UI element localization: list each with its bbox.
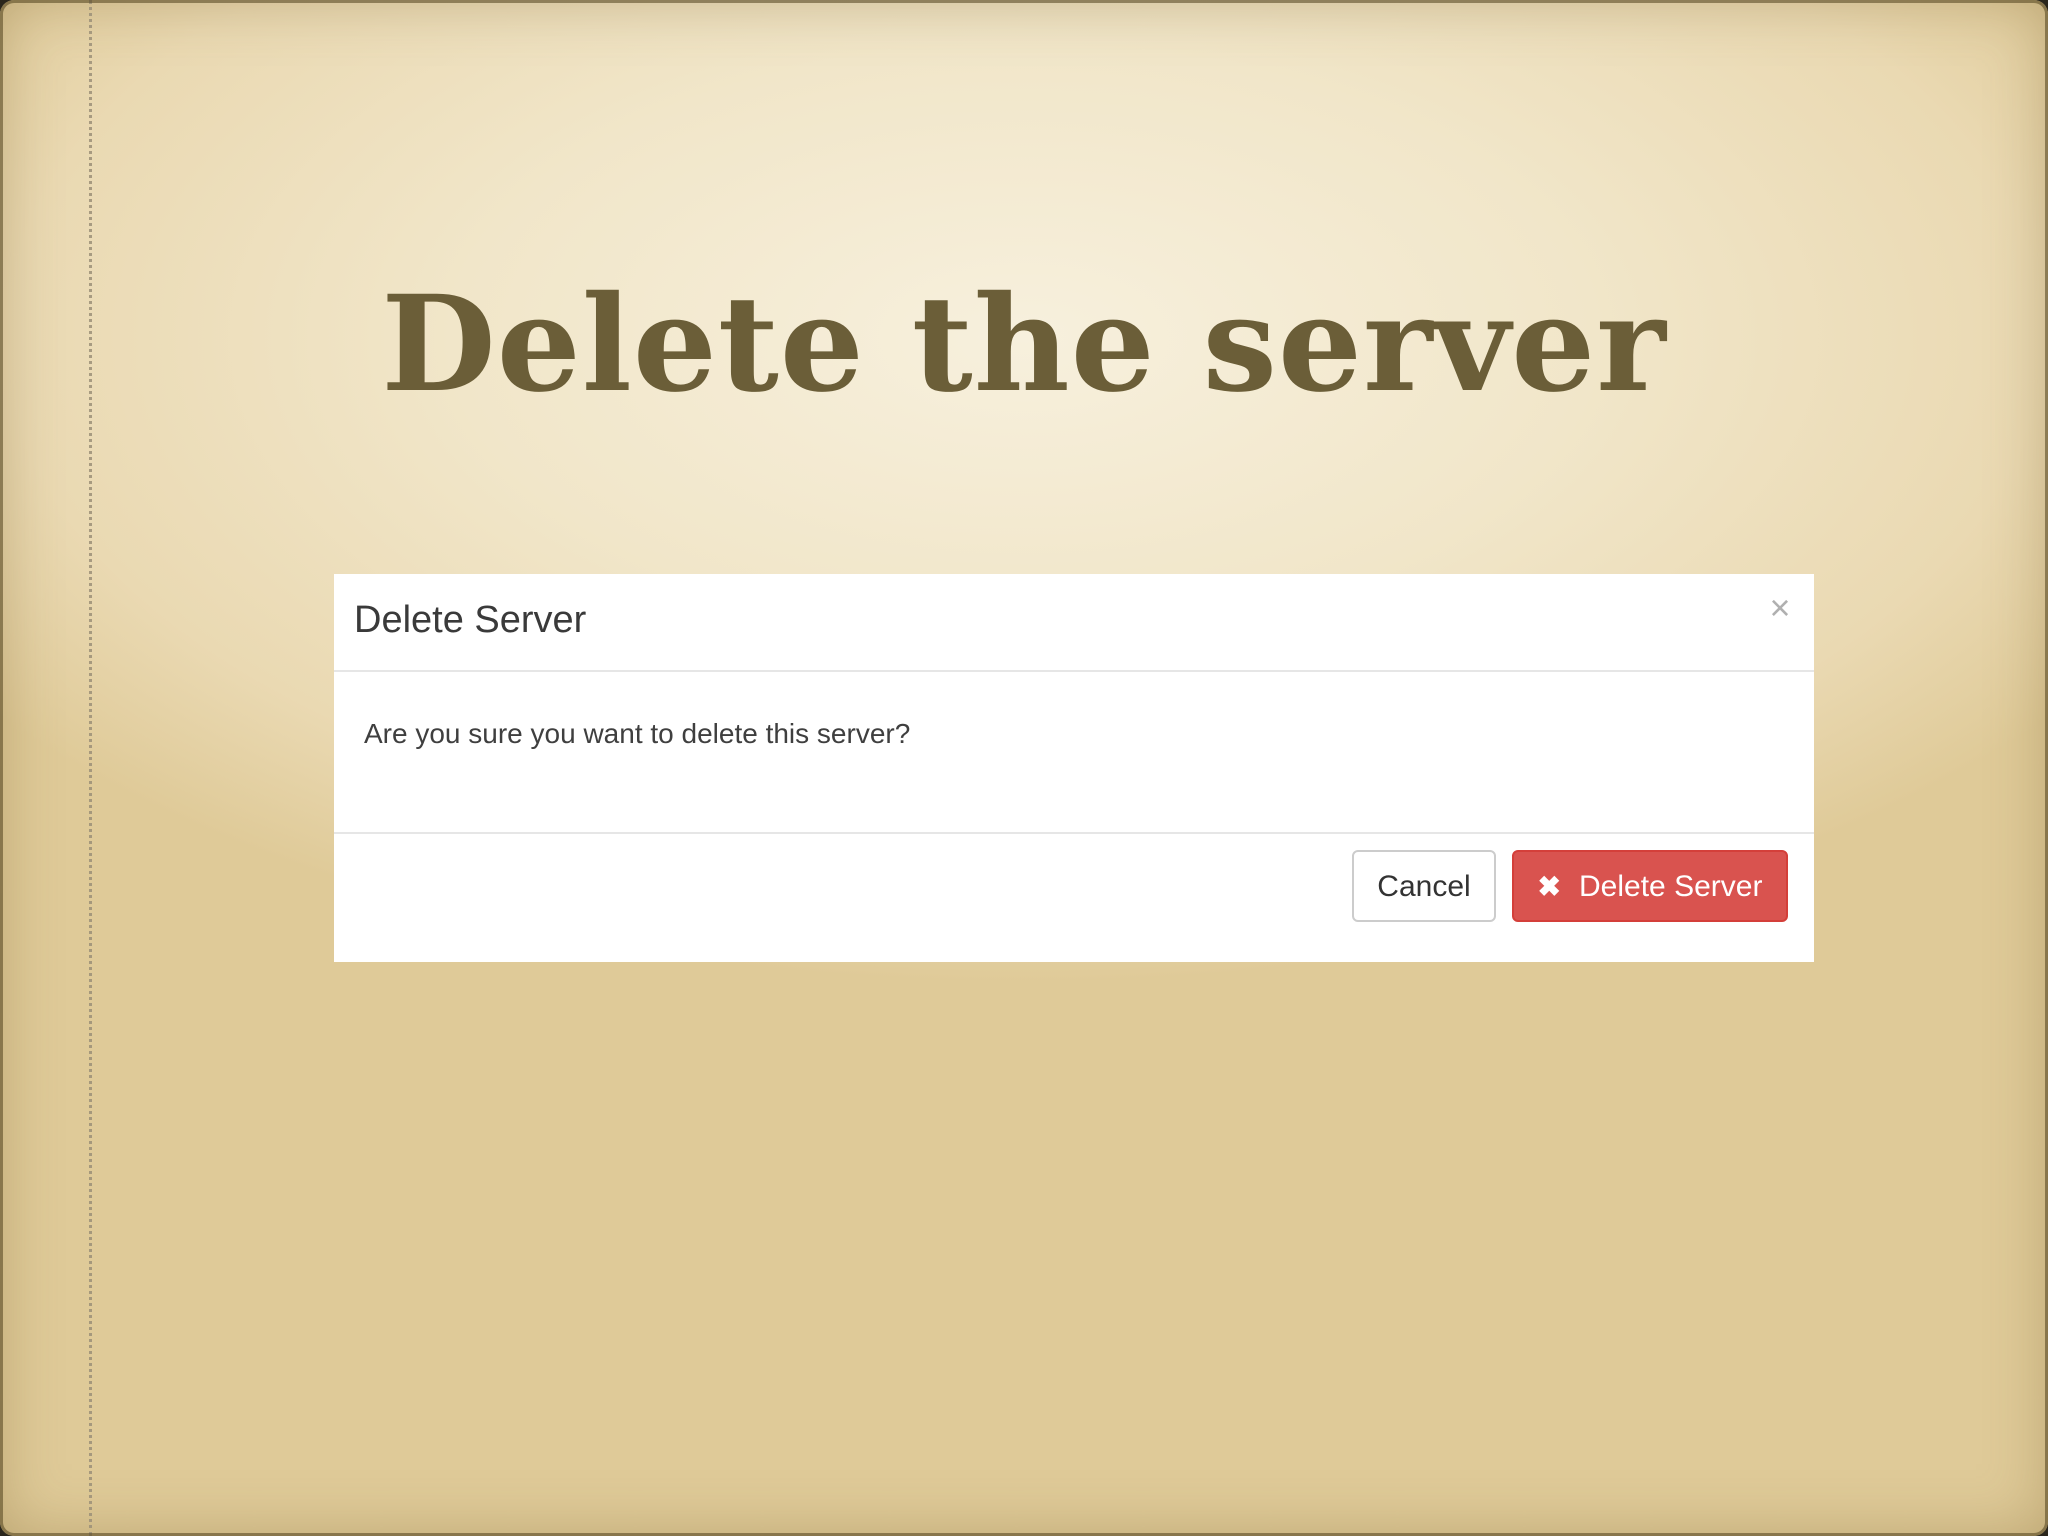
modal-title: Delete Server: [354, 599, 587, 641]
delete-server-button-label: Delete Server: [1579, 870, 1763, 903]
modal-body: Are you sure you want to delete this ser…: [334, 672, 1814, 834]
modal-message: Are you sure you want to delete this ser…: [364, 718, 911, 749]
delete-server-button[interactable]: ✖ Delete Server: [1512, 850, 1788, 922]
close-icon[interactable]: ×: [1760, 588, 1800, 628]
modal-footer: Cancel ✖ Delete Server: [334, 834, 1814, 962]
delete-server-modal: Delete Server × Are you sure you want to…: [334, 574, 1814, 962]
times-icon: ✖: [1537, 871, 1562, 902]
cancel-button-label: Cancel: [1377, 870, 1471, 903]
slide: Delete the server Delete Server × Are yo…: [0, 0, 2048, 1536]
modal-header: Delete Server ×: [334, 574, 1814, 672]
margin-rule: [89, 0, 92, 1536]
cancel-button[interactable]: Cancel: [1352, 850, 1496, 922]
slide-title: Delete the server: [381, 267, 1667, 422]
